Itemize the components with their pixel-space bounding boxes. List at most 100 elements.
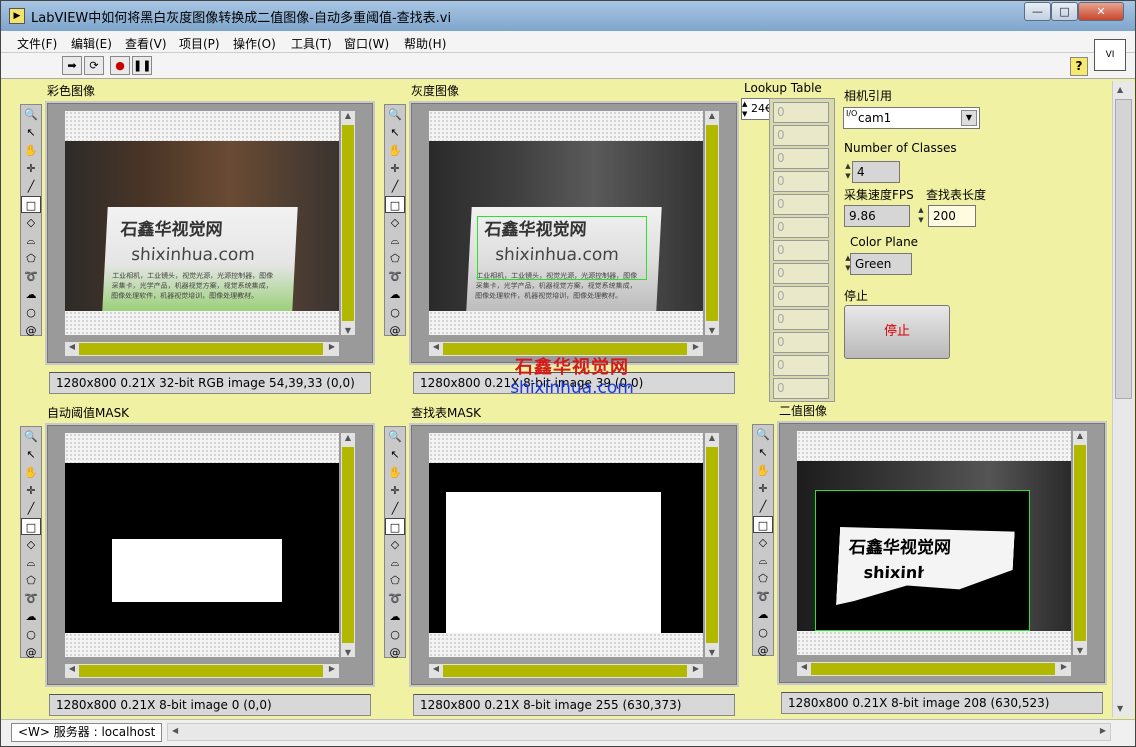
- image-tools-palette[interactable]: 🔍 ↖ ✋ ✛ ╱ □ ◇ ⌓ ⬠ ➰ ☁ ○ @: [20, 426, 42, 659]
- lut-length-spinner-icon[interactable]: ▲ ▼: [915, 205, 927, 227]
- zoom-icon[interactable]: 🔍: [21, 428, 41, 445]
- oval-icon[interactable]: ○: [21, 304, 41, 321]
- pan-hand-icon[interactable]: ✋: [385, 464, 405, 481]
- pan-hand-icon[interactable]: ✋: [753, 462, 773, 479]
- point-icon[interactable]: ✛: [385, 160, 405, 177]
- rotated-rect-icon[interactable]: ◇: [21, 214, 41, 231]
- zoom-icon[interactable]: 🔍: [21, 106, 41, 123]
- rotated-rect-icon[interactable]: ◇: [385, 536, 405, 553]
- scroll-thumb[interactable]: [706, 447, 718, 643]
- scroll-down-icon[interactable]: ▼: [705, 326, 719, 335]
- lookup-cell[interactable]: 0: [773, 263, 829, 284]
- freehand-icon[interactable]: ➰: [385, 268, 405, 285]
- vi-icon[interactable]: VI: [1094, 39, 1126, 71]
- annulus-icon[interactable]: ⌓: [753, 552, 773, 569]
- freehand-region-icon[interactable]: ☁: [21, 608, 41, 625]
- freehand-region-icon[interactable]: ☁: [385, 286, 405, 303]
- rectangle-icon[interactable]: □: [21, 518, 41, 535]
- pan-hand-icon[interactable]: ✋: [21, 464, 41, 481]
- server-indicator[interactable]: <W> 服务器 : localhost: [11, 723, 163, 742]
- line-icon[interactable]: ╱: [385, 178, 405, 195]
- lookup-cell[interactable]: 0: [773, 125, 829, 146]
- scroll-thumb[interactable]: [1115, 99, 1132, 399]
- image-tools-palette[interactable]: 🔍 ↖ ✋ ✛ ╱ □ ◇ ⌓ ⬠ ➰ ☁ ○ @: [752, 424, 774, 659]
- horizontal-scrollbar[interactable]: ◀ ▶: [797, 662, 1071, 676]
- vertical-scrollbar[interactable]: ▲ ▼: [1073, 431, 1087, 655]
- title-bar[interactable]: ▶ LabVIEW中如何将黑白灰度图像转换成二值图像-自动多重阈值-查找表.vi…: [1, 1, 1135, 31]
- polygon-icon[interactable]: ⬠: [385, 250, 405, 267]
- scroll-left-icon[interactable]: ◀: [65, 664, 79, 673]
- scroll-right-icon[interactable]: ▶: [1100, 726, 1106, 735]
- vertical-scrollbar[interactable]: ▲ ▼: [705, 111, 719, 335]
- menu-edit[interactable]: 编辑(E): [71, 35, 112, 52]
- maximize-button[interactable]: □: [1051, 2, 1078, 21]
- scroll-right-icon[interactable]: ▶: [1057, 662, 1071, 671]
- lut-length-input[interactable]: 200: [928, 205, 976, 227]
- gray-image-display[interactable]: 石鑫华视觉网 shixinhua.com 工业相机，工业镜头，视觉光源，光源控制…: [409, 101, 739, 365]
- scroll-down-icon[interactable]: ▼: [705, 648, 719, 657]
- zoom-icon[interactable]: 🔍: [385, 428, 405, 445]
- rectangle-icon[interactable]: □: [385, 196, 405, 213]
- zoom-icon[interactable]: 🔍: [385, 106, 405, 123]
- stop-button[interactable]: 停止: [844, 305, 950, 359]
- pointer-icon[interactable]: ↖: [753, 444, 773, 461]
- rectangle-icon[interactable]: □: [21, 196, 41, 213]
- image-tools-palette[interactable]: 🔍 ↖ ✋ ✛ ╱ □ ◇ ⌓ ⬠ ➰ ☁ ○ @: [384, 104, 406, 337]
- scroll-up-icon[interactable]: ▲: [705, 433, 719, 442]
- menu-project[interactable]: 项目(P): [179, 35, 220, 52]
- scroll-left-icon[interactable]: ◀: [429, 342, 443, 351]
- menu-tools[interactable]: 工具(T): [291, 35, 332, 52]
- minimize-button[interactable]: —: [1024, 2, 1051, 21]
- scroll-left-icon[interactable]: ◀: [429, 664, 443, 673]
- index-spinner-icon[interactable]: ▲ ▼: [742, 99, 750, 119]
- scroll-up-icon[interactable]: ▲: [341, 433, 355, 442]
- freehand-icon[interactable]: ➰: [21, 268, 41, 285]
- classes-input[interactable]: 4: [852, 161, 900, 183]
- image-tools-palette[interactable]: 🔍 ↖ ✋ ✛ ╱ □ ◇ ⌓ ⬠ ➰ ☁ ○ @: [384, 426, 406, 661]
- lookup-cell[interactable]: 0: [773, 194, 829, 215]
- oval-icon[interactable]: ○: [753, 624, 773, 641]
- polygon-icon[interactable]: ⬠: [21, 250, 41, 267]
- lookup-table-array[interactable]: 0 0 0 0 0 0 0 0 0 0 0 0 0: [769, 98, 835, 402]
- vertical-scrollbar[interactable]: ▲ ▼: [705, 433, 719, 657]
- vertical-scrollbar[interactable]: ▲ ▼: [341, 111, 355, 335]
- freehand-icon[interactable]: ➰: [385, 590, 405, 607]
- rectangle-icon[interactable]: □: [385, 518, 405, 535]
- pan-hand-icon[interactable]: ✋: [385, 142, 405, 159]
- pointer-icon[interactable]: ↖: [21, 124, 41, 141]
- pause-icon[interactable]: ❚❚: [132, 56, 152, 75]
- lookup-cell[interactable]: 0: [773, 286, 829, 307]
- camera-select[interactable]: I/O cam1 ▼: [843, 107, 980, 129]
- point-icon[interactable]: ✛: [753, 480, 773, 497]
- scroll-up-icon[interactable]: ▲: [1073, 431, 1087, 440]
- scroll-left-icon[interactable]: ◀: [172, 726, 178, 735]
- scroll-thumb[interactable]: [79, 665, 323, 677]
- scroll-thumb[interactable]: [1074, 445, 1086, 641]
- window-horizontal-scrollbar[interactable]: ◀ ▶: [167, 723, 1111, 741]
- point-icon[interactable]: ✛: [21, 482, 41, 499]
- lookup-index[interactable]: ▲ ▼ 24€: [741, 98, 772, 120]
- broken-line-icon[interactable]: @: [753, 642, 773, 659]
- annulus-icon[interactable]: ⌓: [385, 554, 405, 571]
- chevron-down-icon[interactable]: ▼: [961, 110, 977, 126]
- scroll-left-icon[interactable]: ◀: [797, 662, 811, 671]
- lookup-cell[interactable]: 0: [773, 102, 829, 123]
- close-button[interactable]: ✕: [1078, 2, 1124, 21]
- line-icon[interactable]: ╱: [385, 500, 405, 517]
- menu-view[interactable]: 查看(V): [125, 35, 167, 52]
- binary-image-display[interactable]: 石鑫华视觉网 shixinhua.com ▲ ▼ ◀ ▶: [777, 421, 1107, 685]
- freehand-region-icon[interactable]: ☁: [385, 608, 405, 625]
- polygon-icon[interactable]: ⬠: [753, 570, 773, 587]
- broken-line-icon[interactable]: @: [385, 644, 405, 661]
- lookup-cell[interactable]: 0: [773, 171, 829, 192]
- polygon-icon[interactable]: ⬠: [385, 572, 405, 589]
- rectangle-icon[interactable]: □: [753, 516, 773, 533]
- oval-icon[interactable]: ○: [21, 626, 41, 643]
- line-icon[interactable]: ╱: [753, 498, 773, 515]
- run-continuously-icon[interactable]: ⟳: [84, 56, 104, 75]
- polygon-icon[interactable]: ⬠: [21, 572, 41, 589]
- run-arrow-icon[interactable]: ➡: [62, 56, 82, 75]
- freehand-region-icon[interactable]: ☁: [21, 286, 41, 303]
- point-icon[interactable]: ✛: [385, 482, 405, 499]
- image-tools-palette[interactable]: 🔍 ↖ ✋ ✛ ╱ □ ◇ ⌓ ⬠ ➰ ☁ ○ @: [20, 104, 42, 337]
